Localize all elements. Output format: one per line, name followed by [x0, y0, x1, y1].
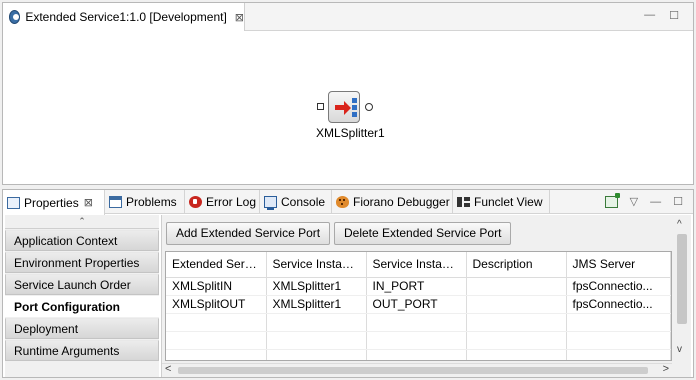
view-menu-icon[interactable]: ▽	[630, 195, 638, 208]
view-controls: ▽ — ☐	[604, 192, 683, 208]
column-header[interactable]: Description	[466, 252, 567, 278]
table-row[interactable]	[166, 349, 671, 360]
tab-console[interactable]: Console	[260, 190, 332, 214]
column-header[interactable]: JMS Server	[566, 252, 671, 278]
orchestration-canvas[interactable]: XMLSplitter1	[3, 31, 693, 184]
table-cell[interactable]	[466, 295, 567, 314]
port-configuration-panel: Add Extended Service Port Delete Extende…	[161, 215, 673, 377]
table-row[interactable]	[166, 331, 671, 350]
tab-problems[interactable]: Problems	[105, 190, 185, 214]
editor-pane: Extended Service1:1.0 [Development] ⊠ — …	[2, 2, 694, 185]
component-label: XMLSplitter1	[316, 126, 385, 140]
table-cell[interactable]: OUT_PORT	[366, 295, 467, 314]
funclet-view-icon	[457, 196, 470, 208]
table-cell[interactable]: XMLSplitIN	[166, 277, 267, 296]
column-header[interactable]: Service Instanc...	[366, 252, 467, 278]
xml-splitter-icon[interactable]	[328, 91, 360, 123]
table-cell[interactable]: fpsConnectio...	[566, 277, 671, 296]
sidebar-item-environment-properties[interactable]: Environment Properties	[5, 252, 159, 273]
component-xmlsplitter[interactable]: XMLSplitter1	[316, 91, 394, 143]
add-extended-service-port-button[interactable]: Add Extended Service Port	[166, 222, 331, 245]
close-icon[interactable]: ⊠	[84, 196, 93, 209]
pin-view-icon[interactable]	[604, 192, 620, 208]
sidebar-item-runtime-arguments[interactable]: Runtime Arguments	[5, 340, 159, 361]
sidebar-item-service-launch-order[interactable]: Service Launch Order	[5, 274, 159, 295]
application-icon	[9, 10, 21, 24]
input-port-icon[interactable]	[317, 103, 324, 110]
tab-properties[interactable]: Properties ⊠	[3, 190, 105, 215]
sidebar-item-port-configuration[interactable]: Port Configuration	[5, 296, 159, 317]
scroll-up-icon[interactable]: ^	[677, 219, 682, 230]
vertical-scroll-thumb[interactable]	[677, 234, 687, 324]
ports-table: Extended Servi... Service Instance Servi…	[165, 251, 672, 361]
problems-icon	[109, 196, 122, 208]
horizontal-scrollbar[interactable]: < >	[162, 363, 672, 377]
properties-categories: ⌃ Application Context Environment Proper…	[5, 215, 159, 377]
properties-view: Properties ⊠ Problems Error Log Console …	[2, 189, 694, 378]
table-cell[interactable]: IN_PORT	[366, 277, 467, 296]
table-cell[interactable]: fpsConnectio...	[566, 295, 671, 314]
minimize-icon[interactable]: —	[644, 9, 655, 22]
editor-tab[interactable]: Extended Service1:1.0 [Development] ⊠	[3, 3, 245, 31]
delete-extended-service-port-button[interactable]: Delete Extended Service Port	[334, 222, 512, 245]
properties-icon	[7, 196, 20, 209]
scroll-up-icon[interactable]: ⌃	[5, 215, 159, 229]
debugger-icon	[336, 196, 349, 208]
maximize-icon[interactable]: ☐	[669, 9, 679, 22]
vertical-scrollbar[interactable]: ^ v	[673, 215, 691, 377]
editor-window-controls: — ☐	[644, 9, 679, 22]
tab-funclet-view[interactable]: Funclet View	[453, 190, 550, 214]
tab-error-log[interactable]: Error Log	[185, 190, 260, 214]
table-cell[interactable]: XMLSplitOUT	[166, 295, 267, 314]
editor-tab-bar: Extended Service1:1.0 [Development] ⊠ — …	[3, 3, 693, 31]
column-header[interactable]: Service Instance	[266, 252, 367, 278]
view-tab-bar: Properties ⊠ Problems Error Log Console …	[3, 190, 693, 215]
table-cell[interactable]: XMLSplitter1	[266, 295, 367, 314]
sidebar-item-application-context[interactable]: Application Context	[5, 230, 159, 251]
output-port-icon[interactable]	[365, 103, 373, 111]
table-header-row: Extended Servi... Service Instance Servi…	[166, 252, 671, 278]
error-log-icon	[189, 196, 202, 208]
editor-tab-title: Extended Service1:1.0 [Development]	[25, 10, 227, 24]
table-row[interactable]: XMLSplitIN XMLSplitter1 IN_PORT fpsConne…	[166, 277, 671, 296]
scroll-right-icon[interactable]: >	[663, 363, 669, 375]
table-row[interactable]: XMLSplitOUT XMLSplitter1 OUT_PORT fpsCon…	[166, 295, 671, 314]
scroll-down-icon[interactable]: v	[677, 344, 682, 355]
console-icon	[264, 196, 277, 210]
column-header[interactable]: Extended Servi...	[166, 252, 267, 278]
tab-fiorano-debugger[interactable]: Fiorano Debugger	[332, 190, 453, 214]
table-cell[interactable]	[466, 277, 567, 296]
table-row[interactable]	[166, 313, 671, 332]
scroll-left-icon[interactable]: <	[165, 363, 171, 375]
maximize-icon[interactable]: ☐	[673, 195, 683, 208]
table-cell[interactable]: XMLSplitter1	[266, 277, 367, 296]
close-icon[interactable]: ⊠	[235, 11, 244, 24]
horizontal-scroll-thumb[interactable]	[178, 367, 648, 374]
minimize-icon[interactable]: —	[650, 196, 661, 208]
sidebar-item-deployment[interactable]: Deployment	[5, 318, 159, 339]
